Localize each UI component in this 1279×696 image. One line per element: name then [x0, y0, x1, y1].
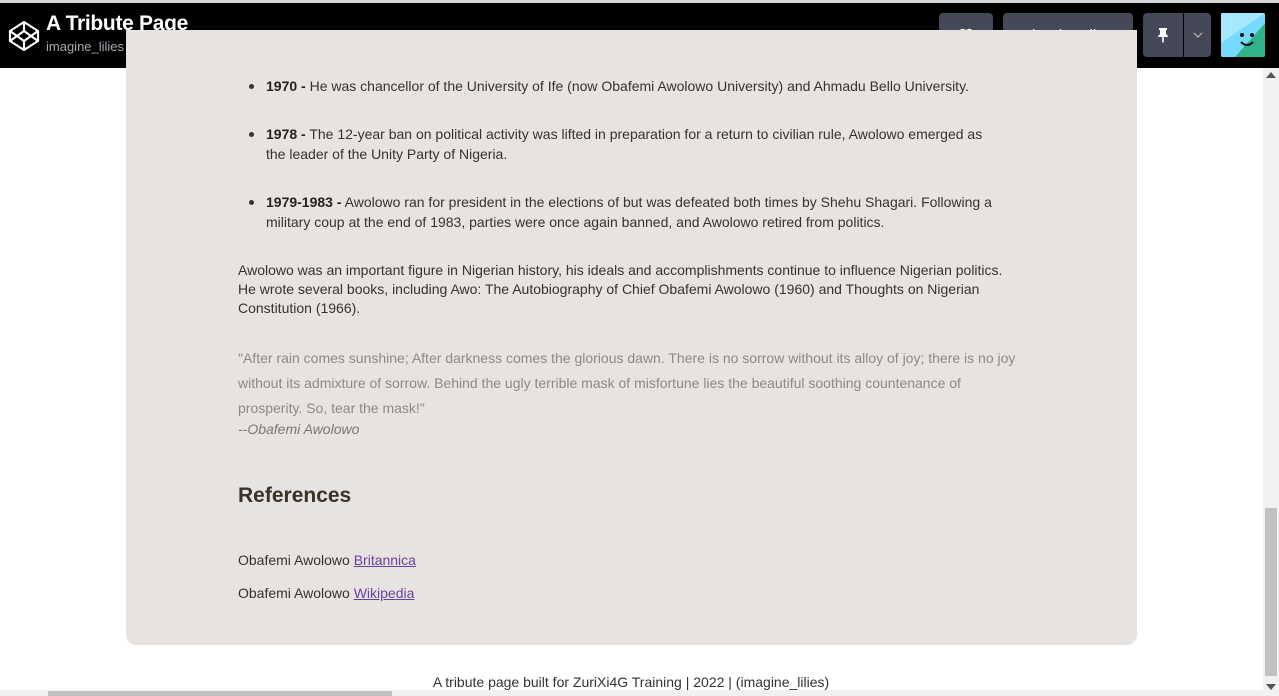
reference-label: Obafemi Awolowo — [238, 552, 350, 568]
list-bullet — [249, 84, 254, 89]
chevron-down-icon — [1193, 32, 1202, 38]
references-heading: References — [238, 484, 352, 507]
quote-author: --Obafemi Awolowo — [238, 421, 360, 437]
timeline-item: 1970 - He was chancellor of the Universi… — [266, 76, 996, 96]
pin-button[interactable] — [1143, 13, 1183, 57]
timeline-text: He was chancellor of the University of I… — [309, 78, 969, 94]
horizontal-scroll-thumb[interactable] — [48, 691, 392, 696]
timeline-text: Awolowo ran for president in the electio… — [266, 194, 992, 230]
timeline-item: 1978 - The 12-year ban on political acti… — [266, 124, 996, 164]
timeline-item: 1979-1983 - Awolowo ran for president in… — [266, 192, 996, 232]
quote-text: "After rain comes sunshine; After darkne… — [238, 350, 1016, 416]
pin-icon — [1158, 28, 1168, 43]
list-bullet — [249, 200, 254, 205]
list-bullet — [249, 132, 254, 137]
timeline-year: 1979-1983 - — [266, 194, 342, 210]
reference-item: Obafemi Awolowo Britannica — [238, 552, 416, 568]
pen-author[interactable]: imagine_lilies — [46, 39, 124, 54]
wikipedia-link[interactable]: Wikipedia — [354, 585, 415, 601]
scroll-up-arrow-icon[interactable] — [1266, 72, 1276, 78]
britannica-link[interactable]: Britannica — [354, 552, 416, 568]
timeline-year: 1970 - — [266, 78, 306, 94]
pin-menu-button[interactable] — [1184, 13, 1211, 57]
timeline-year: 1978 - — [266, 126, 306, 142]
user-avatar[interactable] — [1221, 13, 1265, 57]
page-footer: A tribute page built for ZuriXi4G Traini… — [432, 674, 830, 690]
summary-paragraph: Awolowo was an important figure in Niger… — [238, 262, 1003, 316]
reference-item: Obafemi Awolowo Wikipedia — [238, 585, 414, 601]
timeline-text: The 12-year ban on political activity wa… — [266, 126, 983, 162]
scroll-down-arrow-icon[interactable] — [1266, 684, 1276, 690]
reference-label: Obafemi Awolowo — [238, 585, 350, 601]
vertical-scroll-thumb[interactable] — [1265, 508, 1277, 676]
codepen-logo-icon[interactable] — [8, 20, 40, 52]
